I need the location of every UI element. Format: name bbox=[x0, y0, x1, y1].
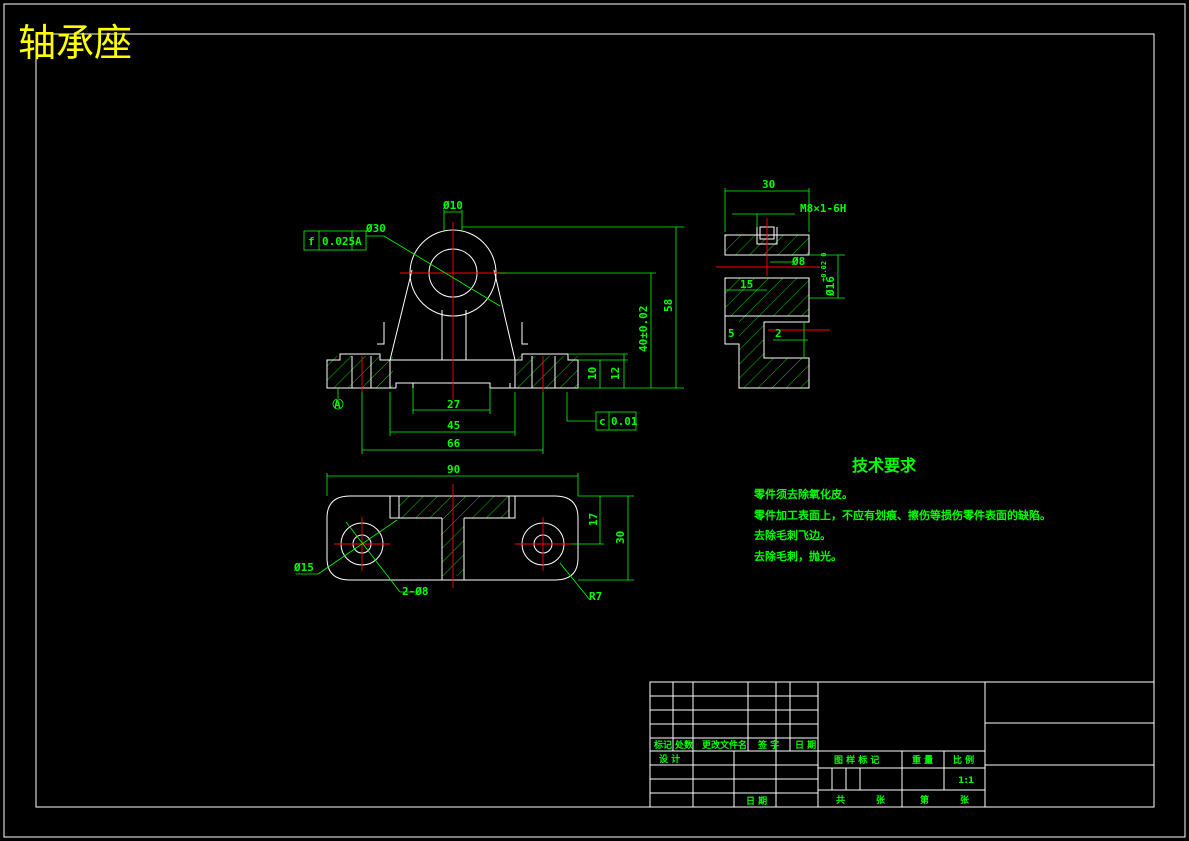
top-dim-length-90: 90 bbox=[447, 463, 460, 476]
dim-bore-small: Ø10 bbox=[442, 199, 463, 212]
tech-item: 去除毛刺飞边。 bbox=[754, 528, 831, 542]
tech-item: 去除毛刺，抛光。 bbox=[754, 549, 842, 563]
tol-top-value: 0.025 bbox=[322, 235, 355, 248]
side-dim-len-15: 15 bbox=[740, 278, 753, 291]
tb-stage-header: 比 例 bbox=[953, 754, 974, 766]
tb-sheet-cell: 第 bbox=[920, 794, 929, 806]
side-dim-bore-8: Ø8 bbox=[791, 255, 805, 268]
tb-rev-header: 日 期 bbox=[795, 739, 816, 751]
tol-bottom-value: 0.01 bbox=[611, 415, 638, 428]
title-block: 标记 处数 更改文件名 签 字 日 期 设 计 日 期 图 样 标 记 重 量 … bbox=[649, 681, 1155, 808]
top-dim-holes: 2-Ø8 bbox=[402, 585, 429, 598]
side-dim-gap-5: 5 bbox=[728, 327, 735, 340]
tb-sheet-cell: 张 bbox=[960, 794, 970, 806]
top-dim-dia-15: Ø15 bbox=[293, 561, 314, 574]
top-dim-radius: R7 bbox=[589, 590, 602, 603]
dim-height-58: 58 bbox=[662, 299, 675, 312]
tech-item: 零件须去除氧化皮。 bbox=[753, 487, 853, 501]
tb-scale: 1:1 bbox=[958, 776, 974, 786]
tol-top-datum: A bbox=[355, 235, 362, 248]
top-view: 90 17 30 Ø15 2-Ø8 R7 bbox=[293, 463, 634, 603]
tech-heading: 技术要求 bbox=[852, 456, 917, 475]
dim-base-12: 12 bbox=[609, 367, 622, 380]
dim-slot-27: 27 bbox=[447, 398, 460, 411]
tech-requirements: 技术要求 零件须去除氧化皮。 零件加工表面上，不应有划痕、擦伤等损伤零件表面的缺… bbox=[753, 456, 1051, 563]
tb-sheet-cell: 张 bbox=[876, 794, 886, 806]
tb-rev-header: 更改文件名 bbox=[702, 739, 747, 751]
tb-stage-header: 重 量 bbox=[912, 754, 933, 766]
side-dim-tol-16: +0.02 0 bbox=[820, 252, 828, 282]
cad-drawing: 轴承座 Ø10 f 0.025 A Ø30 58 40±0.02 10 12 2… bbox=[3, 3, 1186, 838]
dim-base-10: 10 bbox=[586, 367, 599, 380]
tb-design: 设 计 bbox=[659, 753, 680, 765]
inner-frame bbox=[35, 33, 1155, 808]
tb-rev-header: 标记 bbox=[653, 739, 672, 751]
tb-sheet-cell: 共 bbox=[836, 794, 845, 806]
front-view: Ø10 f 0.025 A Ø30 58 40±0.02 10 12 27 45… bbox=[303, 199, 684, 454]
dim-width-66: 66 bbox=[447, 437, 461, 450]
dim-height-40: 40±0.02 bbox=[637, 306, 650, 352]
tb-rev-header: 处数 bbox=[674, 739, 694, 751]
drawing-title: 轴承座 bbox=[18, 21, 132, 65]
top-dim-width-30: 30 bbox=[614, 531, 627, 544]
side-view: 30 M8×1-6H Ø8 Ø16 +0.02 0 15 5 2 bbox=[716, 178, 846, 389]
side-dim-gap-2: 2 bbox=[775, 327, 782, 340]
tb-date: 日 期 bbox=[746, 795, 767, 807]
side-dim-width-30: 30 bbox=[762, 178, 775, 191]
tech-item: 零件加工表面上，不应有划痕、擦伤等损伤零件表面的缺陷。 bbox=[753, 508, 1051, 522]
tol-top-symbol: f bbox=[308, 235, 315, 248]
tb-stage-header: 图 样 标 记 bbox=[834, 754, 879, 766]
outer-frame bbox=[3, 3, 1186, 838]
top-dim-width-17: 17 bbox=[587, 513, 600, 526]
tb-rev-header: 签 字 bbox=[757, 739, 779, 751]
dim-holes-45: 45 bbox=[447, 419, 460, 432]
dim-bore-large: Ø30 bbox=[365, 222, 386, 235]
datum-label: A bbox=[334, 398, 341, 411]
tol-bottom-symbol: c bbox=[599, 415, 606, 428]
side-dim-thread: M8×1-6H bbox=[800, 202, 846, 215]
